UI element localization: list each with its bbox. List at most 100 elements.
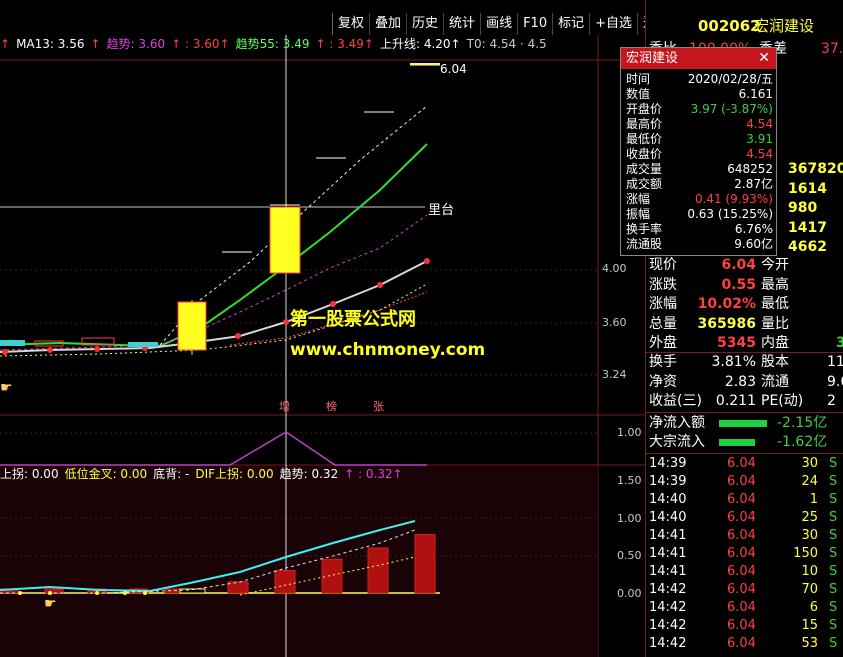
- f10-button[interactable]: F10: [517, 13, 552, 35]
- trade-row[interactable]: 14:39 6.04 30 S: [649, 455, 843, 473]
- macd-panel-bg: [0, 466, 598, 657]
- stock-header: 002062 宏润建设: [646, 14, 843, 38]
- trade-row[interactable]: 14:42 6.04 70 S: [649, 581, 843, 599]
- popup-row-value: 6.161: [738, 87, 773, 101]
- fin-value: 3.81%: [711, 354, 756, 370]
- trade-time: 14:41: [649, 546, 687, 561]
- trade-price: 6.04: [727, 618, 756, 633]
- quote-label: 量比: [761, 315, 789, 332]
- fin-row: 收益(三) 0.211 PE(动) 2: [649, 392, 843, 411]
- trade-price: 6.04: [727, 546, 756, 561]
- popup-row: 时间 2020/02/28/五: [621, 72, 776, 87]
- add-watchlist-button[interactable]: +自选: [589, 13, 637, 35]
- signal-marker: 增: [279, 400, 290, 413]
- overlay-button[interactable]: 叠加: [369, 13, 406, 35]
- trade-time: 14:40: [649, 510, 687, 525]
- candle-limit-up-1[interactable]: [177, 300, 207, 355]
- popup-row: 数值 6.161: [621, 87, 776, 102]
- watermark-title: 第一股票公式网: [290, 309, 416, 330]
- fin-label: 净资: [649, 373, 677, 390]
- trade-volume: 53: [801, 636, 818, 651]
- kline-chart-area[interactable]: ☛ ☛ 复权 叠加 历史 统计 画线 F10 标记 +自选 返回 ↑ MA13: …: [0, 0, 675, 657]
- macd-bar: [414, 534, 436, 594]
- quote-label: 今开: [761, 257, 789, 273]
- trade-row[interactable]: 14:42 6.04 53 S: [649, 635, 843, 653]
- hand-cursor-icon: ☛: [0, 380, 13, 396]
- popup-row: 收盘价 4.54: [621, 147, 776, 162]
- popup-row: 流通股 9.60亿: [621, 237, 776, 252]
- trade-side: S: [829, 564, 838, 579]
- mark-button[interactable]: 标记: [552, 13, 589, 35]
- popup-row-label: 开盘价: [626, 102, 663, 116]
- trade-row[interactable]: 14:40 6.04 1 S: [649, 491, 843, 509]
- indicator-value: 上拐: 0.00: [0, 467, 59, 481]
- stock-name: 宏润建设: [754, 17, 815, 35]
- trade-time: 14:41: [649, 528, 687, 543]
- statistics-button[interactable]: 统计: [443, 13, 480, 35]
- macd-bar: [367, 547, 389, 594]
- trade-row[interactable]: 14:42 6.04 6 S: [649, 599, 843, 617]
- quote-row: 外盘 5345 内盘 360: [649, 334, 843, 353]
- trade-row[interactable]: 14:40 6.04 25 S: [649, 509, 843, 527]
- trade-volume: 30: [801, 456, 818, 471]
- flow-value: -2.15亿: [777, 415, 828, 431]
- li-tai-label: 里台: [428, 203, 455, 218]
- trade-side: S: [829, 600, 838, 615]
- restore-right-button[interactable]: 复权: [332, 13, 369, 35]
- popup-header[interactable]: 宏润建设 ✕: [621, 48, 776, 69]
- popup-row-value: 2020/02/28/五: [687, 72, 773, 86]
- popup-row-value: 2.87亿: [734, 177, 773, 191]
- fin-row: 净资 2.83 流通 9.6: [649, 373, 843, 392]
- popup-row: 开盘价 3.97 (-3.87%): [621, 102, 776, 117]
- trade-side: S: [829, 636, 838, 651]
- flow-label: 大宗流入: [649, 434, 705, 450]
- close-icon[interactable]: ✕: [758, 48, 770, 69]
- popup-row: 换手率 6.76%: [621, 222, 776, 237]
- quote-value: 10.02%: [697, 296, 756, 312]
- fin-value: 2.83: [724, 373, 756, 390]
- quote-label: 最低: [761, 296, 789, 312]
- trade-row[interactable]: 14:41 6.04 30 S: [649, 527, 843, 545]
- trade-time: 14:42: [649, 618, 687, 633]
- trade-price: 6.04: [727, 564, 756, 579]
- trade-side: S: [829, 474, 838, 489]
- trade-price: 6.04: [727, 474, 756, 489]
- indicator-value: 趋势: 0.32: [279, 467, 339, 481]
- trade-row[interactable]: 14:39 6.04 24 S: [649, 473, 843, 491]
- history-button[interactable]: 历史: [406, 13, 443, 35]
- trade-volume: 10: [801, 564, 818, 579]
- trade-row[interactable]: 14:42 6.04 15 S: [649, 617, 843, 635]
- trade-time: 14:39: [649, 474, 687, 489]
- trade-side: S: [829, 528, 838, 543]
- trade-row[interactable]: 14:41 6.04 150 S: [649, 545, 843, 563]
- fin-label: 股本: [761, 354, 789, 370]
- macd-indicator-bar: 上拐: 0.00 低位金叉: 0.00 底背: - DIF上拐: 0.00 趋势: 0.…: [0, 466, 409, 482]
- popup-row: 最低价 3.91: [621, 132, 776, 147]
- draw-line-button[interactable]: 画线: [480, 13, 517, 35]
- trade-time: 14:42: [649, 600, 687, 615]
- trade-side: S: [829, 510, 838, 525]
- flow-row: 净流入额 -2.15亿: [649, 414, 843, 433]
- quote-label: 内盘: [761, 335, 789, 351]
- watermark-url: www.chnmoney.com: [290, 340, 486, 360]
- trade-row[interactable]: 14:41 6.04 10 S: [649, 563, 843, 581]
- trade-side: S: [829, 492, 838, 507]
- macd-axis-label: 1.50: [617, 474, 642, 487]
- trade-side: S: [829, 618, 838, 633]
- flow-label: 净流入额: [649, 415, 705, 431]
- popup-row-value: 4.54: [746, 117, 773, 131]
- trade-price: 6.04: [727, 600, 756, 615]
- indicator-value: T0: 4.54 · 4.5: [466, 37, 547, 51]
- fin-value: 9.6: [827, 373, 843, 390]
- quote-label: 总量: [649, 315, 677, 332]
- data-window-popup[interactable]: 宏润建设 ✕ 时间 2020/02/28/五 数值 6.161 开盘价 3.97 (-3.…: [620, 47, 777, 256]
- trade-volume: 6: [809, 600, 818, 615]
- divider: [646, 453, 843, 454]
- trade-volume: 15: [801, 618, 818, 633]
- quote-label: 涨跌: [649, 276, 677, 293]
- quote-row: 涨跌 0.55 最高: [649, 276, 843, 295]
- quote-row: 涨幅 10.02% 最低: [649, 295, 843, 314]
- candle-limit-up-2[interactable]: [269, 203, 301, 275]
- stock-code: 002062: [698, 17, 761, 35]
- indicator-value: 趋势: 3.60: [106, 37, 166, 51]
